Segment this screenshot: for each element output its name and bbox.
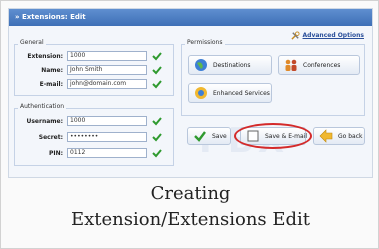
permissions-group: Permissions Destinations Conferences Enh…	[181, 39, 365, 116]
name-row: Name: John Smith	[15, 64, 162, 76]
thumbnail-frame: » Extensions: Edit PBX Advanced Options …	[0, 0, 379, 249]
destinations-button[interactable]: Destinations	[188, 55, 272, 75]
email-label: E-mail:	[39, 80, 63, 88]
username-label: Username:	[26, 117, 63, 125]
permissions-legend: Permissions	[185, 39, 225, 46]
caption-line-1: Creating	[150, 183, 231, 204]
go-back-button[interactable]: Go back	[313, 127, 365, 145]
advanced-options-link[interactable]: Advanced Options	[290, 31, 364, 40]
secret-field[interactable]: ••••••••	[67, 132, 147, 142]
screenshot-panel: » Extensions: Edit PBX Advanced Options …	[8, 8, 373, 178]
go-back-label: Go back	[338, 132, 363, 140]
edit-form: PBX Advanced Options General Extension: …	[9, 26, 372, 177]
pin-label: PIN:	[48, 149, 63, 157]
general-legend: General	[18, 39, 46, 46]
extension-label: Extension:	[27, 52, 63, 60]
highlight-ring	[234, 123, 312, 149]
tools-icon	[290, 31, 300, 40]
services-icon	[195, 87, 207, 99]
extension-row: Extension: 1000	[15, 50, 162, 62]
conferences-label: Conferences	[303, 61, 341, 69]
arrow-left-icon	[319, 129, 333, 143]
check-icon	[152, 52, 162, 61]
email-field[interactable]: john@domain.com	[67, 79, 147, 89]
destinations-label: Destinations	[213, 61, 251, 69]
pin-row: PIN: 0112	[15, 147, 162, 159]
check-icon	[152, 66, 162, 75]
check-icon	[152, 80, 162, 89]
authentication-legend: Authentication	[18, 103, 67, 110]
secret-label: Secret:	[38, 133, 63, 141]
general-group: General Extension: 1000 Name: John Smith…	[14, 39, 174, 96]
check-icon	[194, 131, 206, 142]
advanced-options-label: Advanced Options	[302, 32, 364, 39]
conferences-button[interactable]: Conferences	[278, 55, 360, 75]
secret-row: Secret: ••••••••	[15, 131, 162, 143]
extension-field[interactable]: 1000	[67, 51, 147, 61]
name-label: Name:	[41, 66, 63, 74]
caption-line-2: Extension/Extensions Edit	[70, 209, 311, 230]
people-icon	[285, 59, 297, 71]
username-row: Username: 1000	[15, 115, 162, 127]
check-icon	[152, 133, 162, 142]
save-button[interactable]: Save	[187, 127, 231, 145]
globe-icon	[195, 59, 207, 71]
check-icon	[152, 149, 162, 158]
email-row: E-mail: john@domain.com	[15, 78, 162, 90]
save-label: Save	[212, 132, 227, 140]
username-field[interactable]: 1000	[67, 116, 147, 126]
check-icon	[152, 117, 162, 126]
enhanced-services-button[interactable]: Enhanced Services	[188, 83, 272, 103]
authentication-group: Authentication Username: 1000 Secret: ••…	[14, 103, 174, 166]
enhanced-services-label: Enhanced Services	[213, 89, 270, 97]
caption: Creating Extension/Extensions Edit	[1, 181, 379, 233]
window-title: » Extensions: Edit	[9, 9, 372, 26]
pin-field[interactable]: 0112	[67, 148, 147, 158]
name-field[interactable]: John Smith	[67, 65, 147, 75]
